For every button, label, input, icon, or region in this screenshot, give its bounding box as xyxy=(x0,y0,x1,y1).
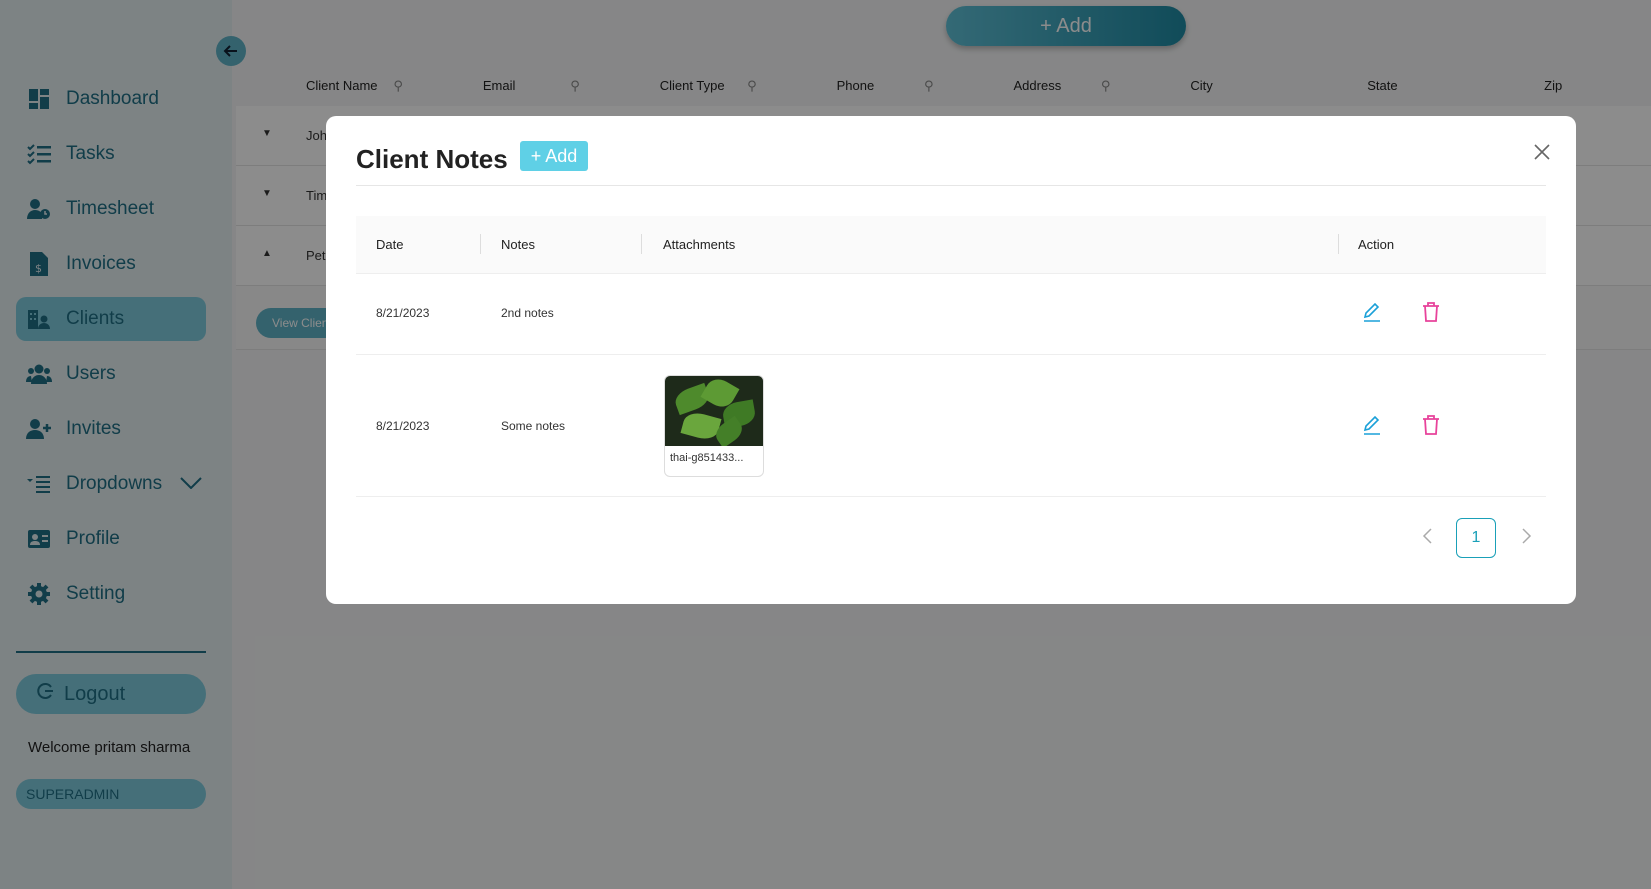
column-action: Action xyxy=(1358,237,1395,252)
modal-divider xyxy=(356,185,1546,186)
column-attachments: Attachments xyxy=(663,237,736,252)
table-row: 8/21/2023 Some notes thai-g851433... xyxy=(356,355,1546,497)
chevron-right-icon[interactable] xyxy=(1522,528,1532,549)
table-row: 8/21/2023 2nd notes xyxy=(356,274,1546,355)
modal-title: Client Notes xyxy=(356,144,508,174)
delete-icon[interactable] xyxy=(1422,415,1440,441)
add-note-button[interactable]: + Add xyxy=(520,141,588,171)
column-date: Date xyxy=(376,237,404,252)
attachment-thumbnail xyxy=(665,376,763,446)
column-separator xyxy=(480,234,481,254)
column-notes: Notes xyxy=(501,237,535,252)
client-notes-modal: Client Notes + Add Date Notes Attachment… xyxy=(326,116,1576,604)
column-separator xyxy=(1338,234,1339,254)
chevron-left-icon[interactable] xyxy=(1422,528,1432,549)
note-text: 2nd notes xyxy=(501,306,554,320)
delete-icon[interactable] xyxy=(1422,302,1440,328)
edit-icon[interactable] xyxy=(1362,415,1382,441)
edit-icon[interactable] xyxy=(1362,302,1382,328)
column-separator xyxy=(641,234,642,254)
attachment-filename: thai-g851433... xyxy=(670,452,744,464)
note-date: 8/21/2023 xyxy=(376,419,430,433)
note-text: Some notes xyxy=(501,419,566,433)
note-date: 8/21/2023 xyxy=(376,306,430,320)
close-icon[interactable] xyxy=(1534,136,1550,167)
notes-table: Date Notes Attachments Action 8/21/2023 … xyxy=(356,216,1546,497)
attachment-card[interactable]: thai-g851433... xyxy=(664,375,764,477)
page-number[interactable]: 1 xyxy=(1456,518,1496,558)
notes-table-header: Date Notes Attachments Action xyxy=(356,216,1546,274)
